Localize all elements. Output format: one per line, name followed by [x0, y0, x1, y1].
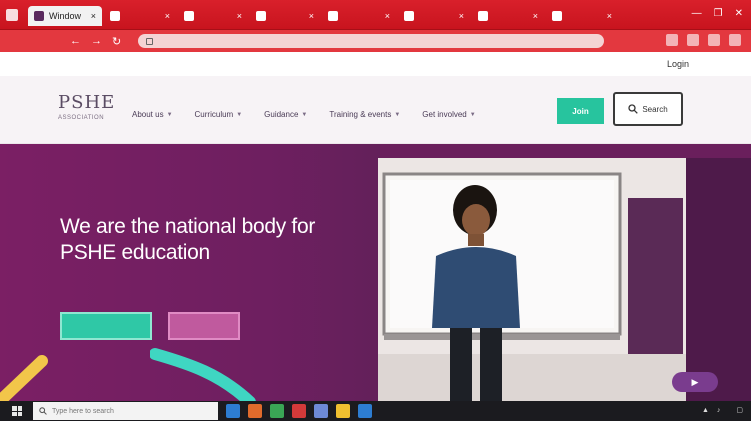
tab-favicon-icon — [404, 11, 414, 21]
browser-tab-strip: Window × × × × × × × × — ❐ ✕ — [0, 0, 751, 30]
hero-secondary-button[interactable] — [168, 312, 240, 340]
notifications-icon[interactable]: ▢ — [736, 406, 743, 414]
extension-icon[interactable] — [687, 34, 699, 46]
extension-icons — [666, 34, 741, 46]
teacher-image — [378, 158, 686, 401]
tab-label: Window — [49, 11, 82, 21]
browser-tab[interactable]: × — [250, 6, 320, 26]
nav-item[interactable]: About us ▼ — [132, 110, 173, 119]
search-button[interactable]: Search — [613, 92, 683, 126]
tab-favicon-icon — [328, 11, 338, 21]
back-icon[interactable]: ← — [70, 35, 81, 48]
nav-item[interactable]: Guidance ▼ — [264, 110, 307, 119]
taskbar-search-input[interactable]: Type here to search — [33, 402, 218, 420]
network-icon[interactable]: ▲ — [702, 407, 709, 414]
logo-mark: PSHE — [58, 92, 116, 113]
search-button-label: Search — [642, 104, 668, 114]
tab-close-icon[interactable]: × — [160, 11, 170, 21]
tab-close-icon[interactable]: × — [602, 11, 612, 21]
logo-subtitle: ASSOCIATION — [58, 115, 105, 121]
hero-primary-button[interactable] — [60, 312, 152, 340]
taskbar-app-icon[interactable] — [314, 404, 328, 418]
tab-close-icon[interactable]: × — [528, 11, 538, 21]
decorative-swoosh — [150, 348, 256, 401]
taskbar-apps — [226, 404, 372, 418]
hero-right-band — [686, 158, 751, 401]
volume-icon[interactable]: ♪ — [717, 407, 721, 414]
refresh-icon[interactable]: ↻ — [112, 35, 121, 48]
start-button[interactable] — [12, 406, 22, 416]
search-icon — [628, 104, 639, 114]
address-bar-row: ← → ↻ — [0, 30, 751, 52]
hero-banner: We are the national body for PSHE educat… — [0, 144, 751, 401]
play-icon: ▶ — [691, 376, 699, 387]
taskbar-app-icon[interactable] — [336, 404, 350, 418]
nav-item-label: About us — [132, 110, 164, 119]
decorative-pencil — [0, 355, 48, 401]
browser-tab[interactable]: × — [104, 6, 176, 26]
nav-item[interactable]: Curriculum ▼ — [195, 110, 243, 119]
tab-close-icon[interactable]: × — [304, 11, 314, 21]
chevron-down-icon: ▼ — [166, 111, 173, 118]
chevron-down-icon: ▼ — [301, 111, 308, 118]
menu-icon[interactable] — [729, 34, 741, 46]
close-icon[interactable]: ✕ — [735, 8, 743, 19]
search-icon — [39, 407, 47, 415]
nav-item-label: Training & events — [329, 110, 392, 119]
profile-icon[interactable] — [708, 34, 720, 46]
nav-item-label: Get involved — [422, 110, 467, 119]
taskbar-app-icon[interactable] — [270, 404, 284, 418]
site-utility-bar: Login — [0, 52, 751, 76]
navigation-buttons: ← → ↻ — [70, 35, 121, 48]
site-header: PSHE ASSOCIATION About us ▼ Curriculum ▼ Gui… — [0, 76, 751, 144]
nav-item-label: Guidance — [264, 110, 299, 119]
browser-tab[interactable]: × — [546, 6, 618, 26]
window-menu-icon[interactable] — [6, 9, 18, 21]
play-button[interactable]: ▶ — [672, 372, 718, 392]
chevron-down-icon: ▼ — [469, 111, 476, 118]
tab-favicon-icon — [110, 11, 120, 21]
chevron-down-icon: ▼ — [394, 111, 401, 118]
browser-tab[interactable]: × — [178, 6, 248, 26]
browser-tab[interactable]: × — [398, 6, 470, 26]
chevron-down-icon: ▼ — [236, 111, 243, 118]
taskbar-app-icon[interactable] — [226, 404, 240, 418]
hero-headline: We are the national body for PSHE educat… — [60, 215, 316, 264]
nav-item[interactable]: Training & events ▼ — [329, 110, 400, 119]
tab-favicon-icon — [552, 11, 562, 21]
lock-icon — [146, 37, 153, 45]
join-button[interactable]: Join — [557, 98, 604, 124]
taskbar-app-icon[interactable] — [248, 404, 262, 418]
tab-close-icon[interactable]: × — [232, 11, 242, 21]
hero-video-still[interactable] — [378, 158, 686, 401]
nav-item-label: Curriculum — [194, 110, 234, 119]
nav-item[interactable]: Get involved ▼ — [422, 110, 475, 119]
forward-icon[interactable]: → — [91, 35, 102, 48]
site-logo[interactable]: PSHE ASSOCIATION — [58, 94, 114, 130]
tab-favicon-icon — [184, 11, 194, 21]
main-navigation: About us ▼ Curriculum ▼ Guidance ▼ Training & … — [132, 110, 476, 119]
window-controls: — ❐ ✕ — [692, 8, 743, 19]
tab-close-icon[interactable]: × — [380, 11, 390, 21]
browser-tab[interactable]: × — [322, 6, 396, 26]
browser-tab[interactable]: Window × — [28, 6, 102, 26]
taskbar-search-placeholder: Type here to search — [52, 407, 114, 415]
tab-favicon-icon — [478, 11, 488, 21]
minimize-icon[interactable]: — — [692, 8, 702, 19]
tab-close-icon[interactable]: × — [454, 11, 464, 21]
taskbar-app-icon[interactable] — [292, 404, 306, 418]
maximize-icon[interactable]: ❐ — [714, 8, 723, 19]
tab-favicon-icon — [256, 11, 266, 21]
tab-favicon-icon — [34, 11, 44, 21]
system-tray: ▲ ♪ ▢ — [702, 406, 743, 415]
address-input[interactable] — [138, 34, 604, 48]
taskbar: Type here to search ▲ ♪ ▢ — [0, 401, 751, 421]
tab-close-icon[interactable]: × — [86, 11, 96, 21]
extension-icon[interactable] — [666, 34, 678, 46]
taskbar-app-icon[interactable] — [358, 404, 372, 418]
login-link[interactable]: Login — [667, 59, 689, 69]
browser-tab[interactable]: × — [472, 6, 544, 26]
